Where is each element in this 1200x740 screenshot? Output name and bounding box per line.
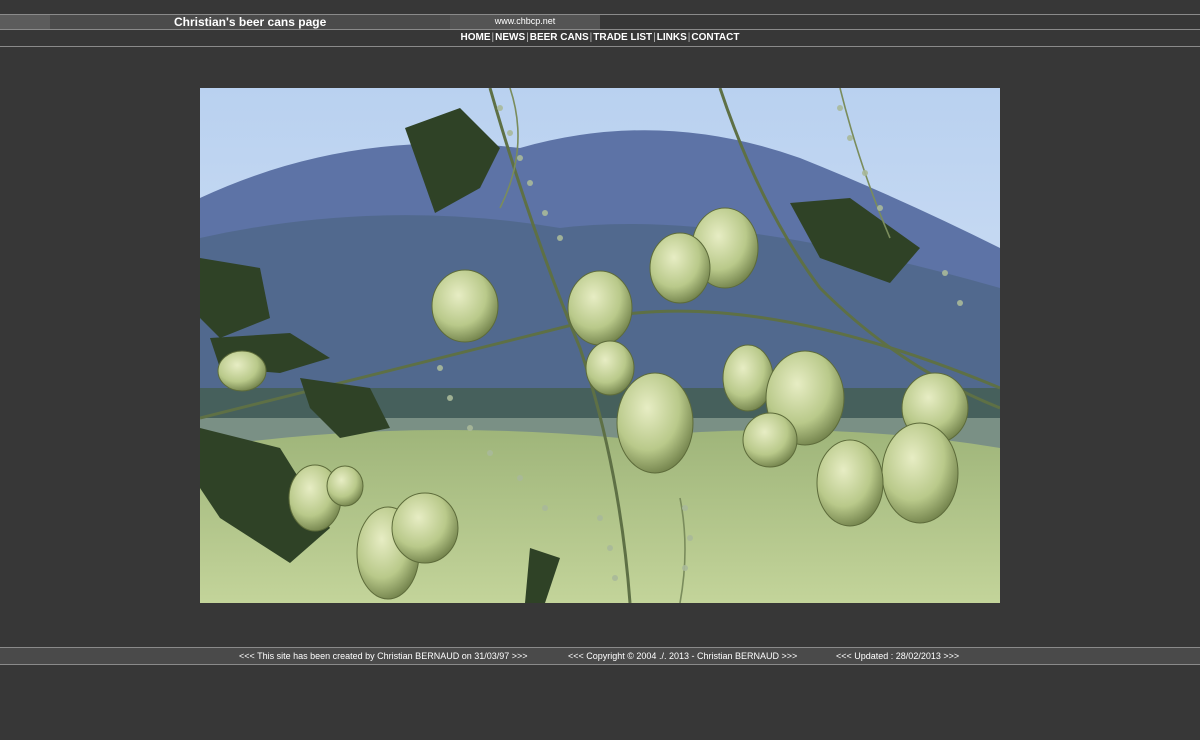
hops-photo xyxy=(200,88,1000,603)
nav-beer-cans-link[interactable]: BEER CANS xyxy=(530,32,589,43)
footer-copyright-text: <<< Copyright © 2004 ./. 2013 - Christia… xyxy=(568,651,798,661)
nav-news-link[interactable]: NEWS xyxy=(495,32,525,43)
footer-updated-text: <<< Updated : 28/02/2013 >>> xyxy=(836,651,960,661)
header-bar-segment xyxy=(0,15,50,29)
nav-home-link[interactable]: HOME xyxy=(461,32,491,43)
footer-created-text: <<< This site has been created by Christ… xyxy=(239,651,528,661)
site-url[interactable]: www.chbcp.net xyxy=(450,15,600,28)
nav-contact-link[interactable]: CONTACT xyxy=(691,32,739,43)
header-bar: Christian's beer cans page www.chbcp.net xyxy=(0,14,1200,30)
site-title: Christian's beer cans page xyxy=(174,15,327,29)
nav-links-link[interactable]: LINKS xyxy=(657,32,687,43)
footer-bar: <<< This site has been created by Christ… xyxy=(0,647,1200,665)
main-nav: HOME|NEWS|BEER CANS|TRADE LIST|LINKS|CON… xyxy=(0,30,1200,47)
nav-trade-list-link[interactable]: TRADE LIST xyxy=(593,32,652,43)
page: Christian's beer cans page www.chbcp.net… xyxy=(0,0,1200,740)
